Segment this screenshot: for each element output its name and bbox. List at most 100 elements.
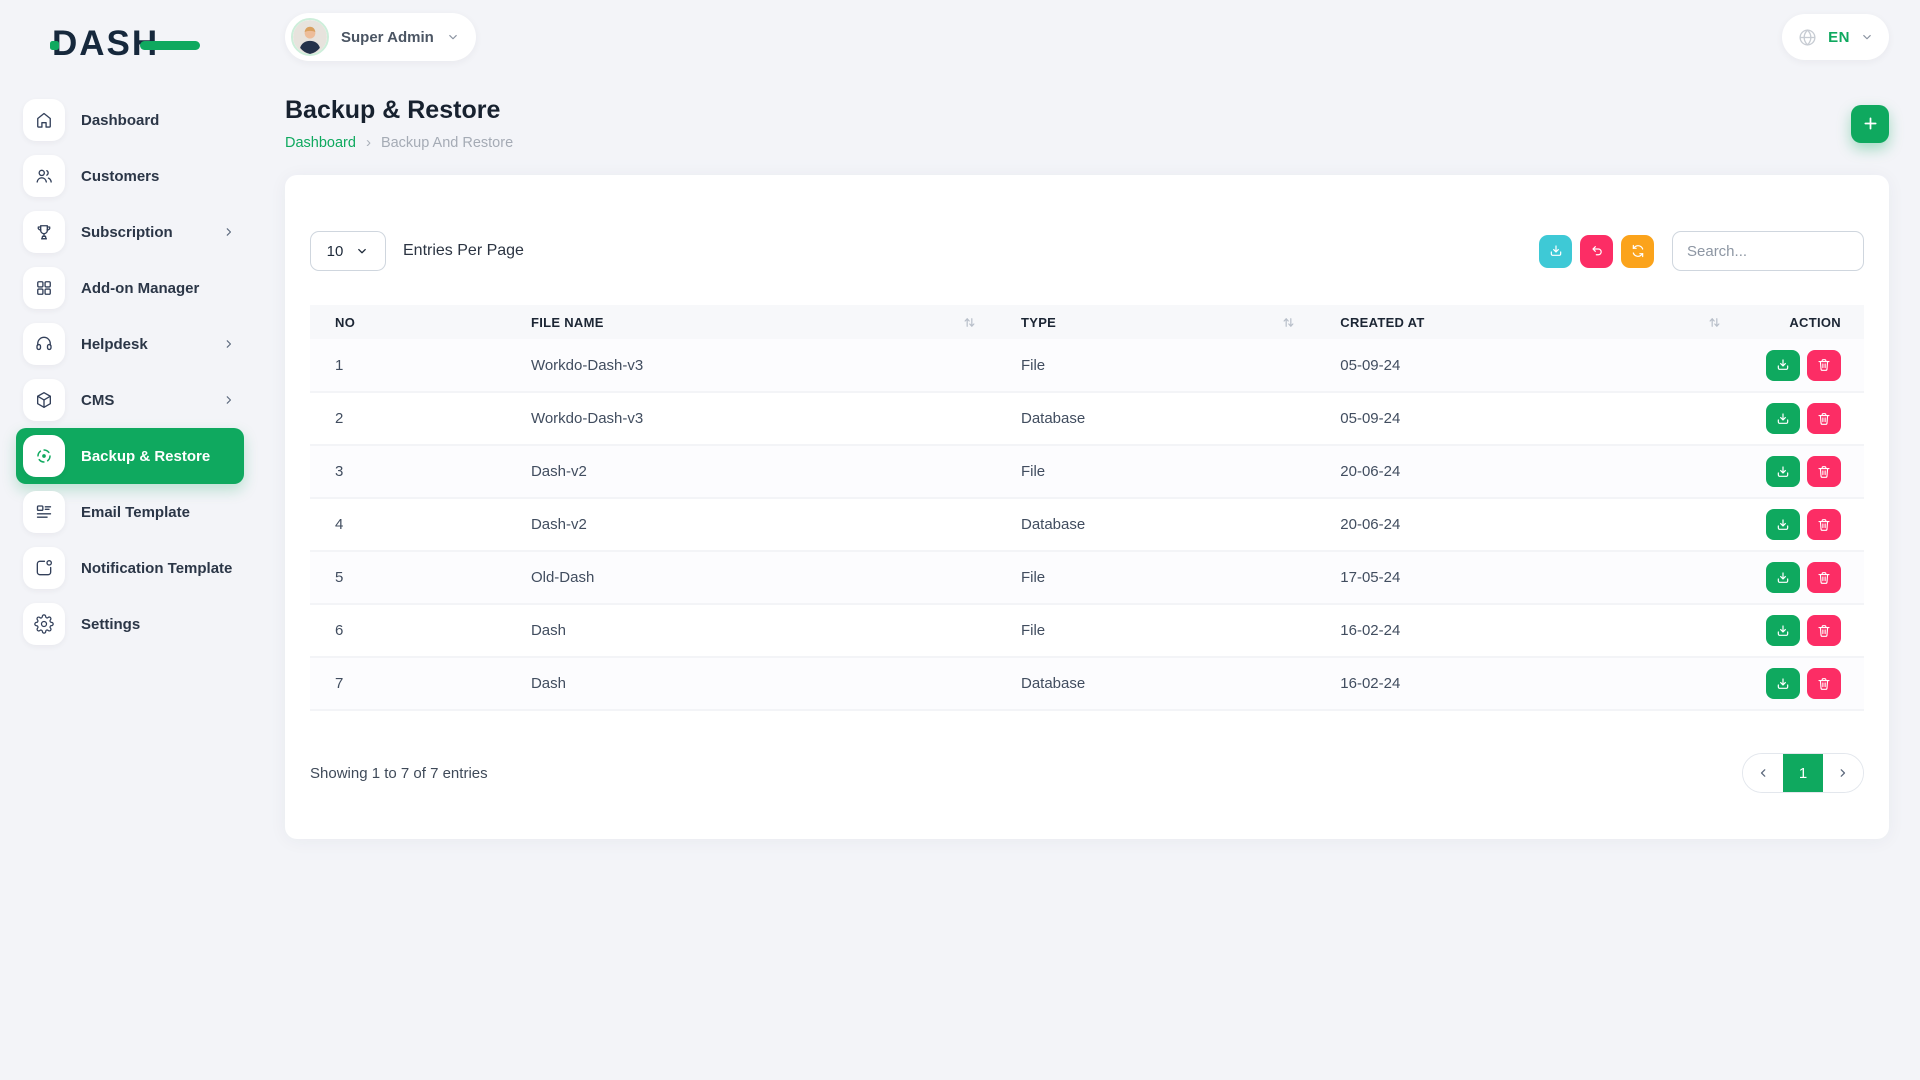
cell-type: File: [996, 339, 1315, 392]
chevron-down-icon: [1860, 30, 1874, 44]
cell-actions: [1741, 604, 1864, 657]
undo-button[interactable]: [1580, 235, 1613, 268]
sidebar-item-settings[interactable]: Settings: [16, 596, 244, 652]
chevron-right-icon: [222, 393, 236, 407]
download-row-button[interactable]: [1766, 456, 1800, 487]
cell-no: 1: [310, 339, 506, 392]
table-header-row: NO FILE NAME TYPE CREATED AT ACTION: [310, 305, 1864, 339]
column-header-action: ACTION: [1741, 305, 1864, 339]
delete-row-button[interactable]: [1807, 562, 1841, 593]
column-label: TYPE: [1021, 315, 1056, 330]
cell-created-at: 20-06-24: [1315, 445, 1741, 498]
refresh-button[interactable]: [1621, 235, 1654, 268]
column-header-no: NO: [310, 305, 506, 339]
column-label: CREATED AT: [1340, 315, 1424, 330]
table-row: 6DashFile16-02-24: [310, 604, 1864, 657]
plus-icon: [1861, 114, 1880, 133]
cell-no: 2: [310, 392, 506, 445]
sidebar-item-notification-template[interactable]: Notification Template: [16, 540, 244, 596]
delete-row-button[interactable]: [1807, 403, 1841, 434]
breadcrumb-chevron-icon: ›: [366, 134, 371, 151]
chevron-right-icon: [222, 225, 236, 239]
table-header: NO FILE NAME TYPE CREATED AT ACTION: [310, 305, 1864, 339]
create-backup-button[interactable]: [1851, 105, 1889, 143]
trash-icon: [1816, 357, 1832, 373]
toolbar-actions-group: [1539, 231, 1864, 271]
entries-per-page-select[interactable]: 10: [310, 231, 386, 271]
download-row-button[interactable]: [1766, 615, 1800, 646]
cell-created-at: 16-02-24: [1315, 657, 1741, 710]
cell-created-at: 17-05-24: [1315, 551, 1741, 604]
user-menu[interactable]: Super Admin: [285, 13, 476, 61]
email-template-icon: [23, 491, 65, 533]
chevron-down-icon: [446, 30, 460, 44]
undo-icon: [1589, 243, 1605, 259]
page-title: Backup & Restore: [285, 96, 513, 125]
sidebar-item-label: Backup & Restore: [81, 448, 210, 465]
chevron-left-icon: [1756, 766, 1770, 780]
table-body: 1Workdo-Dash-v3File05-09-242Workdo-Dash-…: [310, 339, 1864, 710]
delete-row-button[interactable]: [1807, 615, 1841, 646]
download-icon: [1775, 623, 1791, 639]
cell-no: 4: [310, 498, 506, 551]
globe-icon: [1797, 27, 1818, 48]
cell-file-name: Dash: [506, 604, 996, 657]
toolbar-actions: [1539, 235, 1654, 268]
download-row-button[interactable]: [1766, 562, 1800, 593]
cell-file-name: Old-Dash: [506, 551, 996, 604]
download-icon: [1775, 464, 1791, 480]
cell-actions: [1741, 657, 1864, 710]
chevron-right-icon: [1836, 766, 1850, 780]
download-row-button[interactable]: [1766, 403, 1800, 434]
download-row-button[interactable]: [1766, 350, 1800, 381]
column-label: ACTION: [1789, 315, 1841, 330]
pagination-next-button[interactable]: [1823, 754, 1863, 792]
entries-per-page-value: 10: [327, 243, 344, 260]
sidebar-item-helpdesk[interactable]: Helpdesk: [16, 316, 244, 372]
pagination-previous-button[interactable]: [1743, 754, 1783, 792]
cell-actions: [1741, 445, 1864, 498]
cell-file-name: Dash: [506, 657, 996, 710]
cell-file-name: Workdo-Dash-v3: [506, 339, 996, 392]
column-label: FILE NAME: [531, 315, 604, 330]
delete-row-button[interactable]: [1807, 350, 1841, 381]
search-input[interactable]: [1672, 231, 1864, 271]
table-toolbar: 10 Entries Per Page: [310, 231, 1864, 271]
download-row-button[interactable]: [1766, 668, 1800, 699]
table-row: 1Workdo-Dash-v3File05-09-24: [310, 339, 1864, 392]
delete-row-button[interactable]: [1807, 456, 1841, 487]
breadcrumb: Dashboard › Backup And Restore: [285, 134, 513, 151]
breadcrumb-dashboard-link[interactable]: Dashboard: [285, 135, 356, 151]
sidebar-item-dashboard[interactable]: Dashboard: [16, 92, 244, 148]
column-header-file-name[interactable]: FILE NAME: [506, 305, 996, 339]
sort-icon: [1708, 316, 1721, 329]
pagination-page-1-button[interactable]: 1: [1783, 754, 1823, 792]
sidebar-item-backup-restore[interactable]: Backup & Restore: [16, 428, 244, 484]
column-header-created-at[interactable]: CREATED AT: [1315, 305, 1741, 339]
sort-icon: [1282, 316, 1295, 329]
logo-green-dash-icon: [140, 41, 200, 50]
table-row: 3Dash-v2File20-06-24: [310, 445, 1864, 498]
breadcrumb-current: Backup And Restore: [381, 135, 513, 151]
column-header-type[interactable]: TYPE: [996, 305, 1315, 339]
download-button[interactable]: [1539, 235, 1572, 268]
cell-created-at: 05-09-24: [1315, 392, 1741, 445]
language-selector[interactable]: EN: [1782, 14, 1889, 60]
cell-no: 6: [310, 604, 506, 657]
download-icon: [1775, 676, 1791, 692]
cell-type: Database: [996, 498, 1315, 551]
refresh-icon: [1630, 243, 1646, 259]
cell-type: File: [996, 604, 1315, 657]
page-head-text: Backup & Restore Dashboard › Backup And …: [285, 96, 513, 151]
sidebar: DASH DashboardCustomersSubscriptionAdd-o…: [0, 0, 260, 1080]
download-row-button[interactable]: [1766, 509, 1800, 540]
sidebar-item-subscription[interactable]: Subscription: [16, 204, 244, 260]
cell-type: Database: [996, 657, 1315, 710]
sidebar-item-cms[interactable]: CMS: [16, 372, 244, 428]
sidebar-item-label: Settings: [81, 616, 140, 633]
sidebar-item-customers[interactable]: Customers: [16, 148, 244, 204]
delete-row-button[interactable]: [1807, 509, 1841, 540]
sidebar-item-add-on-manager[interactable]: Add-on Manager: [16, 260, 244, 316]
sidebar-item-email-template[interactable]: Email Template: [16, 484, 244, 540]
delete-row-button[interactable]: [1807, 668, 1841, 699]
